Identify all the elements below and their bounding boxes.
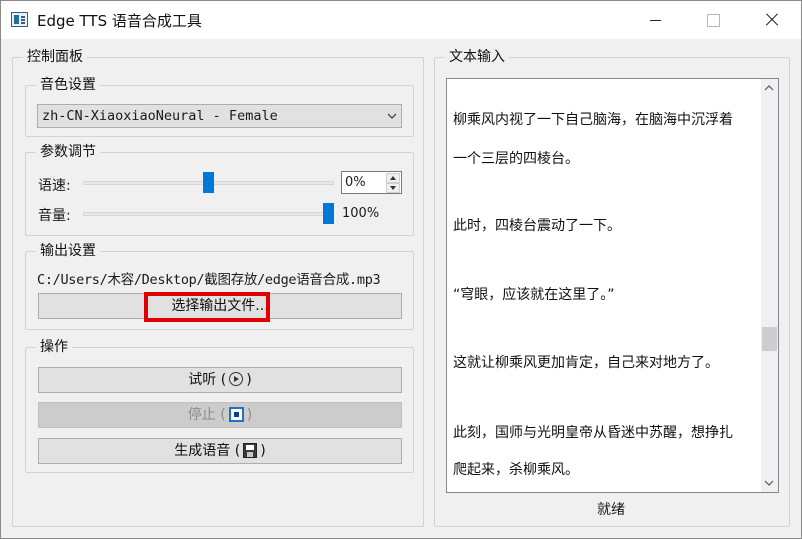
rate-label: 语速: — [38, 178, 71, 194]
minimize-button[interactable] — [633, 1, 679, 39]
generate-icon-wrap: () — [234, 443, 266, 459]
scrollbar-thumb[interactable] — [762, 327, 777, 351]
window-title: Edge TTS 语音合成工具 — [37, 12, 202, 30]
preview-icon-wrap: () — [220, 372, 252, 388]
title-bar[interactable]: Edge TTS 语音合成工具 — [1, 1, 801, 39]
rate-value: 0% — [345, 175, 366, 190]
chevron-down-icon — [387, 113, 397, 119]
actions-title: 操作 — [36, 338, 72, 356]
text-line: 爬起来，杀柳乘风。 — [453, 462, 579, 478]
preview-label: 试听 — [188, 372, 217, 388]
maximize-button[interactable] — [691, 1, 737, 39]
close-button[interactable] — [749, 1, 795, 39]
voice-select-value: zh-CN-XiaoxiaoNeural - Female — [42, 108, 278, 124]
preview-button[interactable]: 试听 () — [38, 367, 402, 393]
spin-up-icon[interactable] — [386, 173, 400, 183]
generate-button[interactable]: 生成语音 () — [38, 438, 402, 464]
chevron-down-icon[interactable] — [764, 478, 774, 488]
save-icon — [243, 443, 258, 458]
volume-slider-handle[interactable] — [323, 203, 334, 224]
text-line: 此时，四棱台震动了一下。 — [453, 218, 621, 234]
text-line: 一个三层的四棱台。 — [453, 151, 579, 167]
highlight-box — [144, 292, 270, 322]
chevron-up-icon[interactable] — [764, 83, 774, 93]
params-group: 参数调节 — [25, 143, 414, 236]
app-window: Edge TTS 语音合成工具 控制面板 音色设置 zh-CN-Xiaoxiao… — [0, 0, 802, 539]
text-line: 柳乘风内视了一下自己脑海，在脑海中沉浮着 — [453, 112, 733, 128]
text-input-area[interactable]: 柳乘风内视了一下自己脑海，在脑海中沉浮着 一个三层的四棱台。 此时，四棱台震动了… — [446, 78, 779, 493]
spin-down-icon[interactable] — [386, 183, 400, 193]
text-input-title: 文本输入 — [445, 48, 509, 66]
voice-settings-title: 音色设置 — [36, 76, 100, 94]
status-label: 就绪 — [597, 502, 625, 518]
text-line: 这就让柳乘风更加肯定，自己来对地方了。 — [453, 355, 719, 371]
generate-label: 生成语音 — [174, 443, 231, 459]
stop-label: 停止 — [187, 407, 216, 423]
play-icon — [229, 372, 244, 386]
text-line: “穹眼，应该就在这里了。” — [453, 287, 615, 303]
text-line: 此刻，国师与光明皇帝从昏迷中苏醒，想挣扎 — [453, 425, 733, 441]
volume-label: 音量: — [38, 208, 71, 224]
rate-spinbox[interactable]: 0% — [341, 171, 402, 194]
stop-icon-wrap: () — [220, 407, 253, 423]
output-title: 输出设置 — [36, 242, 100, 260]
volume-value: 100% — [342, 206, 380, 221]
voice-select[interactable]: zh-CN-XiaoxiaoNeural - Female — [37, 104, 402, 128]
params-title: 参数调节 — [36, 143, 100, 161]
vertical-scrollbar[interactable] — [761, 79, 778, 492]
stop-icon — [228, 407, 244, 422]
app-icon — [11, 12, 28, 27]
rate-slider-handle[interactable] — [203, 172, 214, 193]
rate-spin-buttons — [386, 173, 400, 193]
volume-slider-track[interactable] — [83, 212, 334, 216]
control-panel-title: 控制面板 — [23, 48, 87, 66]
stop-button[interactable]: 停止 () — [38, 402, 402, 428]
output-path: C:/Users/木容/Desktop/截图存放/edge语音合成.mp3 — [37, 272, 381, 288]
